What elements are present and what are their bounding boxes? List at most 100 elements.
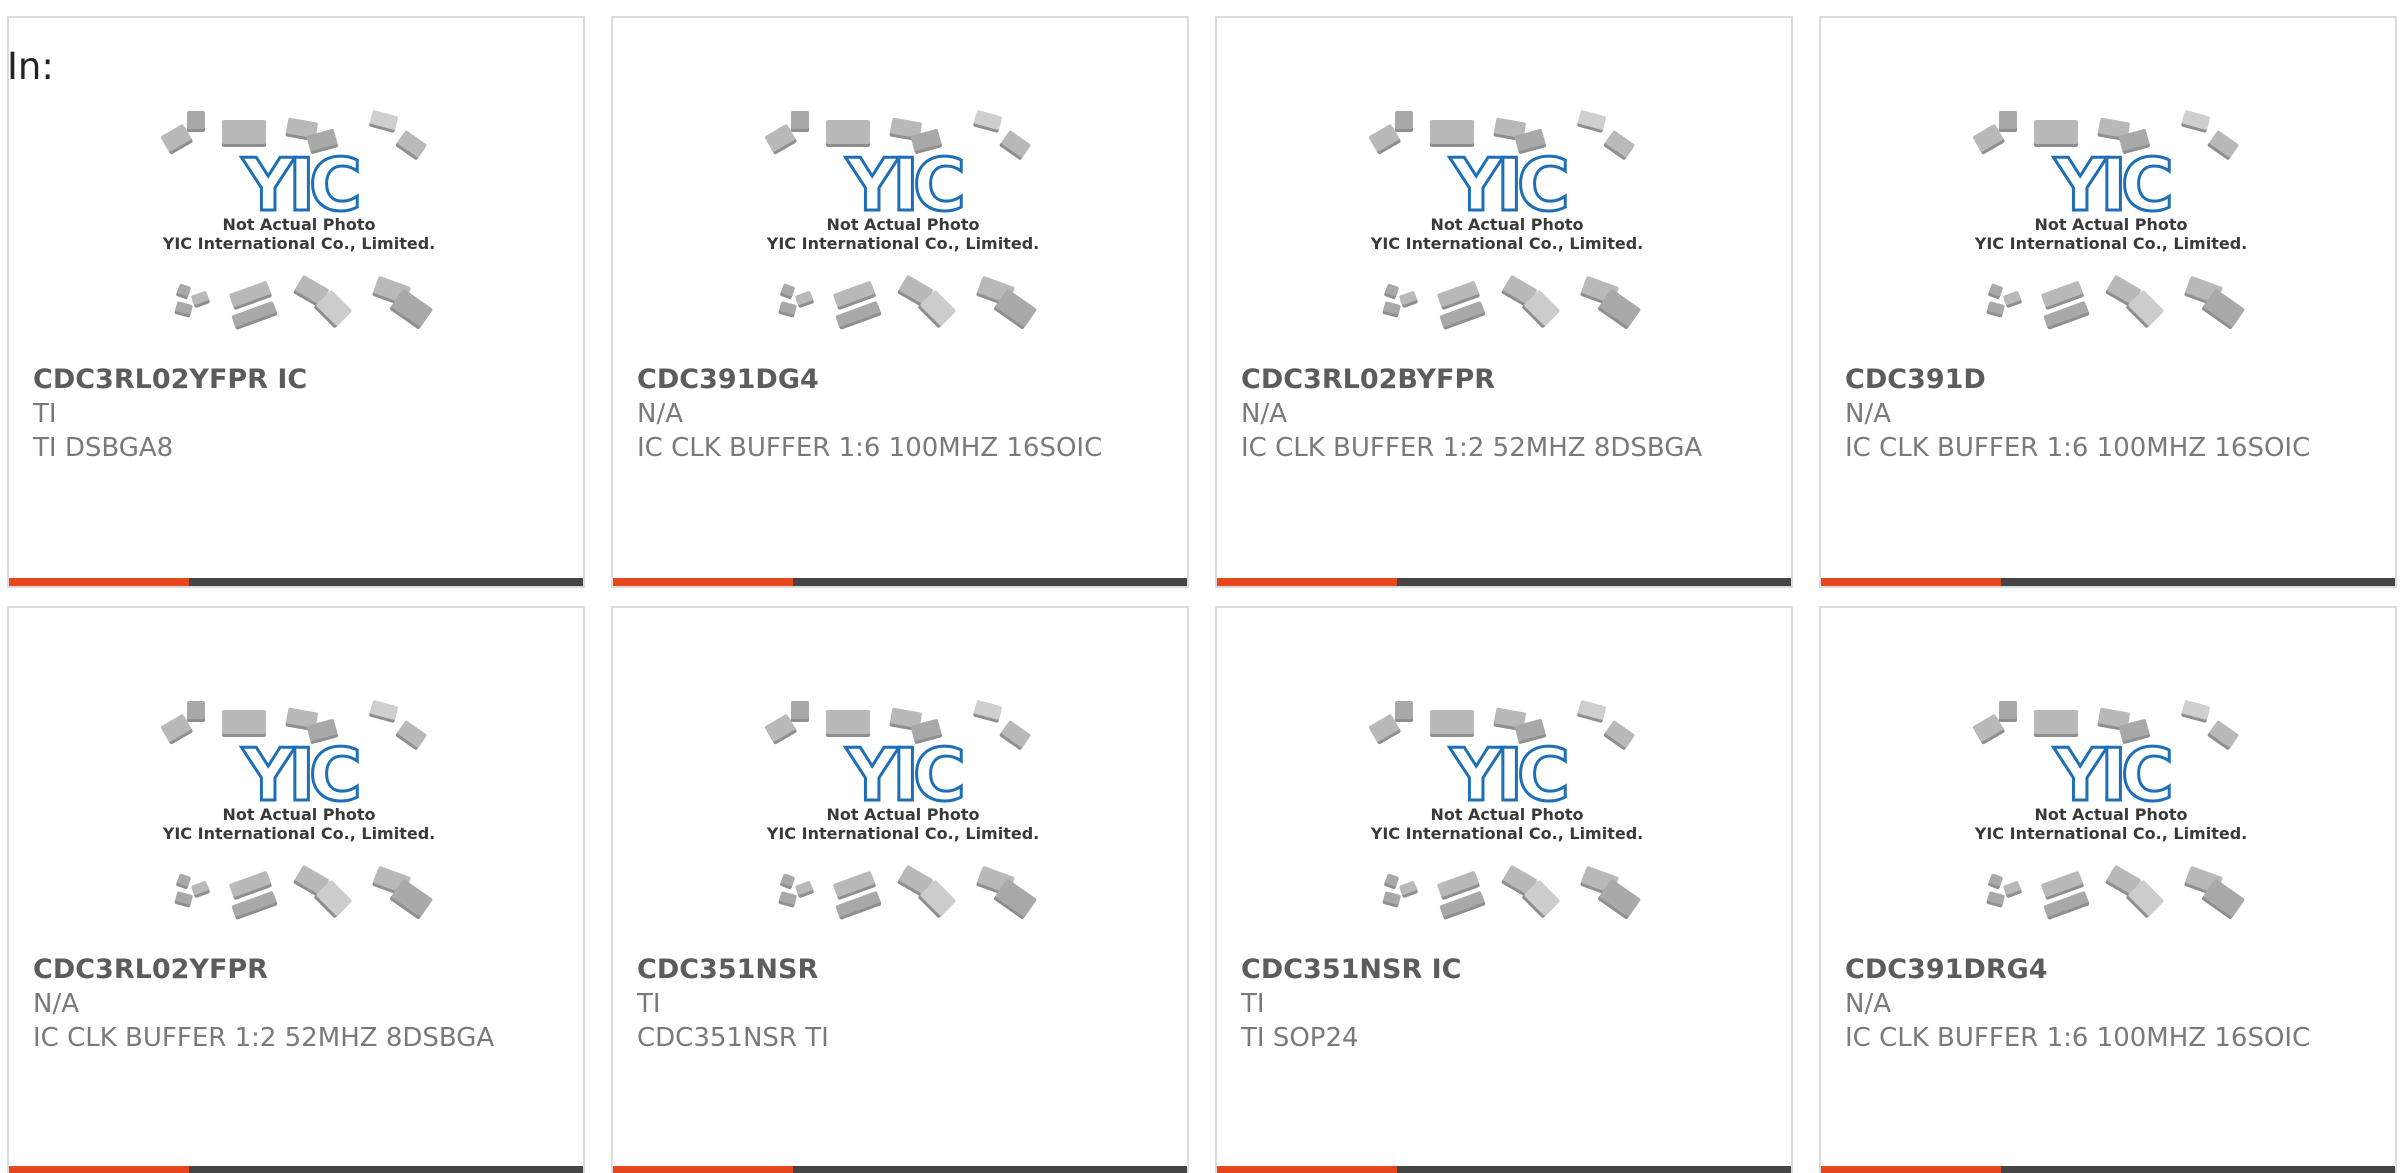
product-card[interactable]: YIC Not Actual Photo YIC International Co.…	[611, 606, 1189, 1173]
card-accent-bar	[1217, 578, 1397, 586]
product-card[interactable]: YIC Not Actual Photo YIC International Co.…	[1819, 16, 2397, 588]
card-accent-bar	[1821, 1166, 2001, 1173]
placeholder-graphic: YICNot Actual PhotoYIC International Co.…	[1368, 110, 1643, 330]
chip-icon	[1395, 701, 1413, 722]
card-bottom-bar	[9, 578, 583, 586]
card-bottom-bar	[613, 578, 1187, 586]
brand-label: N/A	[1845, 399, 1891, 429]
chip-icon	[395, 130, 427, 160]
chip-icon	[1999, 111, 2017, 132]
chip-icon	[191, 881, 210, 898]
card-bottom-bar	[1821, 578, 2395, 586]
product-grid-page: In: YIC Not Actual Photo YIC International…	[0, 0, 2400, 1173]
chip-icon	[778, 891, 797, 908]
placeholder-graphic: YICNot Actual PhotoYIC International Co.…	[160, 110, 435, 330]
part-number-link[interactable]: CDC3RL02YFPR IC	[33, 362, 563, 397]
chip-icon	[1577, 700, 1606, 723]
card-bottom-bar	[1821, 1166, 2395, 1173]
description-text: IC CLK BUFFER 1:2 52MHZ 8DSBGA	[33, 1023, 495, 1053]
product-card[interactable]: YIC Not Actual Photo YIC International Co.…	[7, 606, 585, 1173]
card-bottom-bar	[9, 1166, 583, 1173]
part-number-link[interactable]: CDC391DRG4	[1845, 952, 2375, 987]
photo-caption-line-2: YIC International Co., Limited.	[1370, 234, 1643, 253]
description-text: IC CLK BUFFER 1:6 100MHZ 16SOIC	[637, 433, 1103, 463]
photo-caption-line-2: YIC International Co., Limited.	[1974, 824, 2247, 843]
product-photo-placeholder[interactable]: YIC Not Actual Photo YIC International Co.…	[154, 108, 444, 358]
part-number-link[interactable]: CDC391D	[1845, 362, 2375, 397]
part-number-link[interactable]: CDC391DG4	[637, 362, 1167, 397]
photo-caption-line-2: YIC International Co., Limited.	[162, 824, 435, 843]
photo-caption-line-1: Not Actual Photo	[222, 215, 375, 234]
chip-icon	[176, 283, 191, 300]
chip-icon	[999, 720, 1031, 750]
chip-icon	[2207, 720, 2239, 750]
brand-label: N/A	[33, 989, 79, 1019]
chip-icon	[369, 700, 398, 723]
card-accent-bar	[9, 578, 189, 586]
chip-icon	[187, 111, 205, 132]
chip-icon	[174, 891, 193, 908]
product-photo-placeholder[interactable]: YIC Not Actual Photo YIC International Co.…	[1362, 108, 1652, 358]
photo-caption-line-2: YIC International Co., Limited.	[766, 234, 1039, 253]
chip-icon	[780, 283, 795, 300]
photo-caption-line-2: YIC International Co., Limited.	[1370, 824, 1643, 843]
brand-label: N/A	[1845, 989, 1891, 1019]
chip-icon	[1384, 873, 1399, 890]
chip-icon	[1577, 110, 1606, 133]
placeholder-graphic: YICNot Actual PhotoYIC International Co.…	[160, 700, 435, 920]
photo-caption-line-1: Not Actual Photo	[222, 805, 375, 824]
chip-icon	[1384, 283, 1399, 300]
chip-icon	[973, 700, 1002, 723]
chip-icon	[1395, 111, 1413, 132]
product-photo-placeholder[interactable]: YIC Not Actual Photo YIC International Co.…	[154, 698, 444, 948]
product-photo-placeholder[interactable]: YIC Not Actual Photo YIC International Co.…	[758, 698, 1048, 948]
card-accent-bar	[613, 578, 793, 586]
chip-icon	[2181, 700, 2210, 723]
product-photo-placeholder[interactable]: YIC Not Actual Photo YIC International Co.…	[758, 108, 1048, 358]
chip-icon	[187, 701, 205, 722]
chip-icon	[795, 291, 814, 308]
chip-icon	[791, 111, 809, 132]
card-bottom-bar	[1217, 1166, 1791, 1173]
placeholder-graphic: YICNot Actual PhotoYIC International Co.…	[1972, 110, 2247, 330]
chip-icon	[1603, 130, 1635, 160]
chip-icon	[1986, 891, 2005, 908]
brand-label: TI	[637, 989, 661, 1019]
description-text: TI DSBGA8	[33, 433, 174, 463]
chip-icon	[778, 301, 797, 318]
part-number-link[interactable]: CDC3RL02BYFPR	[1241, 362, 1771, 397]
product-photo-placeholder[interactable]: YIC Not Actual Photo YIC International Co.…	[1966, 698, 2256, 948]
chip-icon	[780, 873, 795, 890]
chip-icon	[191, 291, 210, 308]
chip-icon	[395, 720, 427, 750]
brand-label: TI	[1241, 989, 1265, 1019]
chip-icon	[1382, 891, 1401, 908]
chip-icon	[1399, 881, 1418, 898]
card-accent-bar	[9, 1166, 189, 1173]
chip-icon	[176, 873, 191, 890]
brand-label: N/A	[1241, 399, 1287, 429]
product-card[interactable]: YIC Not Actual Photo YIC International Co.…	[1819, 606, 2397, 1173]
card-accent-bar	[1217, 1166, 1397, 1173]
description-text: IC CLK BUFFER 1:6 100MHZ 16SOIC	[1845, 1023, 2311, 1053]
chip-icon	[1603, 720, 1635, 750]
part-number-link[interactable]: CDC351NSR	[637, 952, 1167, 987]
product-card[interactable]: YIC Not Actual Photo YIC International Co.…	[1215, 16, 1793, 588]
photo-caption-line-2: YIC International Co., Limited.	[766, 824, 1039, 843]
photo-caption-line-1: Not Actual Photo	[2034, 215, 2187, 234]
description-text: IC CLK BUFFER 1:2 52MHZ 8DSBGA	[1241, 433, 1703, 463]
photo-caption-line-1: Not Actual Photo	[2034, 805, 2187, 824]
description-text: TI SOP24	[1241, 1023, 1359, 1053]
product-card[interactable]: YIC Not Actual Photo YIC International Co.…	[1215, 606, 1793, 1173]
product-card[interactable]: YIC Not Actual Photo YIC International Co.…	[7, 16, 585, 588]
product-card[interactable]: YIC Not Actual Photo YIC International Co.…	[611, 16, 1189, 588]
card-accent-bar	[1821, 578, 2001, 586]
card-bottom-bar	[1217, 578, 1791, 586]
part-number-link[interactable]: CDC351NSR IC	[1241, 952, 1771, 987]
chip-icon	[2003, 881, 2022, 898]
product-photo-placeholder[interactable]: YIC Not Actual Photo YIC International Co.…	[1362, 698, 1652, 948]
part-number-link[interactable]: CDC3RL02YFPR	[33, 952, 563, 987]
chip-icon	[1988, 873, 2003, 890]
product-photo-placeholder[interactable]: YIC Not Actual Photo YIC International Co.…	[1966, 108, 2256, 358]
chip-icon	[2207, 130, 2239, 160]
